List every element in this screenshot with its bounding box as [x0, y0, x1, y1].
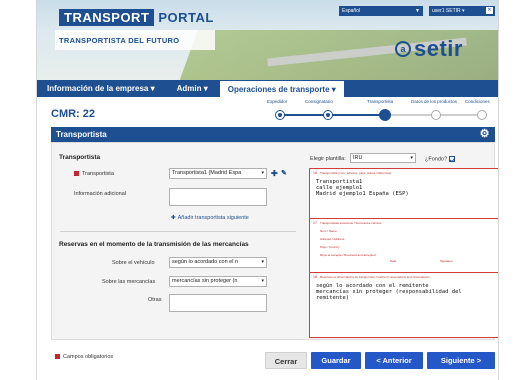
step-label-transportista: Transportista [367, 99, 394, 104]
nav-admin[interactable]: Admin ▾ [169, 80, 220, 97]
chevron-down-icon: ▾ [261, 259, 264, 265]
main-nav: Información de la empresa ▾ Admin ▾ Oper… [37, 80, 498, 97]
carrier-select[interactable]: Transportista1 (Madrid Espa ▾ [169, 168, 267, 179]
carrier-value: Transportista1 (Madrid Espa [172, 170, 242, 176]
box17-number: 17 [313, 221, 317, 225]
setir-mark: a [395, 41, 411, 57]
template-label: Elegir plantilla: [310, 156, 346, 162]
box18-number: 18 [313, 275, 317, 279]
background-label: ¿Fondo? [425, 156, 448, 163]
section-title: Transportista [56, 130, 107, 139]
required-fields-note: Campos obligatorios [55, 354, 113, 360]
box16-carrier: 16 Transportista (nom, adresse, pays, au… [310, 169, 498, 219]
gear-icon[interactable]: ⚙ [478, 128, 491, 141]
additional-info-field[interactable] [169, 188, 267, 206]
required-icon [55, 354, 60, 360]
section-header: Transportista ⚙ [51, 127, 495, 142]
chevron-down-icon: ▾ [261, 170, 264, 176]
add-carrier-icon[interactable]: ✚ [271, 170, 278, 178]
setir-name: setir [414, 36, 463, 61]
chevron-down-icon: ▼ [415, 8, 420, 14]
form-divider [60, 231, 296, 232]
step-condiciones[interactable] [477, 110, 487, 120]
template-select[interactable]: IRU ▾ [350, 153, 416, 163]
box17-line: Date [390, 259, 397, 263]
language-value: Español [342, 8, 361, 14]
reserves-heading: Reservas en el momento de la transmisión… [59, 241, 249, 248]
box16-number: 16 [313, 171, 317, 175]
box17-line: Reçu et accepté / Received and accepted [320, 253, 376, 257]
step-label-datos: Datos de los productos [411, 99, 458, 104]
carrier-label: Transportista [74, 171, 114, 177]
additional-info-label: Información adicional [74, 191, 126, 197]
previous-button[interactable]: < Anterior [365, 352, 423, 369]
step-label-consignatario: Consignatario [305, 99, 333, 104]
goods-reserve-value: mercancías sin proteger (n [172, 278, 238, 284]
box17-line: Nom / Name [320, 229, 337, 233]
chevron-down-icon: ▾ [410, 155, 413, 161]
next-button[interactable]: Siguiente > [427, 352, 495, 369]
template-value: IRU [353, 155, 363, 161]
background-toggle[interactable]: ¿Fondo? [425, 156, 456, 163]
checkbox-icon[interactable] [449, 156, 456, 162]
box18-reservations: 18 Réserves et observations du transport… [310, 273, 498, 339]
close-button[interactable]: Cerrar [265, 352, 307, 369]
save-button[interactable]: Guardar [311, 352, 361, 369]
others-label: Otras [148, 297, 162, 303]
box17-line: Adresse / Address [320, 237, 345, 241]
box17-successive: 17 Transportistas sucesivos / Successive… [310, 219, 498, 273]
goods-label: Sobre las mercancías [102, 279, 156, 285]
step-consignatario[interactable] [323, 110, 333, 120]
step-expedidor[interactable] [275, 110, 285, 120]
nav-transport-operations[interactable]: Operaciones de transporte ▾ [219, 81, 344, 97]
app-frame: TRANSPORT PORTAL TRANSPORTISTA DEL FUTUR… [36, 0, 499, 380]
required-icon [74, 171, 79, 177]
header-banner: TRANSPORT PORTAL TRANSPORTISTA DEL FUTUR… [37, 0, 498, 80]
box17-caption: Transportistas sucesivos / Successive ca… [320, 221, 382, 225]
logout-icon[interactable]: ✕ [486, 7, 493, 14]
chevron-down-icon: ▾ [261, 278, 264, 284]
box18-text: según lo acordado con el remitente merca… [316, 283, 462, 301]
cmr-preview: 16 Transportista (nom, adresse, pays, au… [309, 168, 498, 339]
language-select[interactable]: Español ▼ [339, 6, 423, 16]
portal-subtitle: TRANSPORTISTA DEL FUTURO [55, 30, 215, 50]
portal-logo[interactable]: TRANSPORT PORTAL [59, 8, 214, 26]
vehicle-reserve-value: según lo acordado con el n [172, 259, 239, 265]
setir-logo: a setir [395, 36, 463, 62]
step-label-condiciones: Condiciones [465, 99, 490, 104]
box18-caption: Réserves et observations du transporteur… [320, 275, 430, 279]
user-menu[interactable]: user1 SETIR ▾ ✕ [429, 6, 495, 16]
edit-pencil-icon[interactable]: ✎ [281, 170, 287, 178]
step-datos[interactable] [431, 110, 441, 120]
add-next-carrier-link[interactable]: ✚ Añadir transportista siguiente [171, 215, 249, 221]
step-transportista[interactable] [379, 109, 391, 121]
logo-portal: PORTAL [158, 9, 214, 25]
logo-transport: TRANSPORT [59, 8, 155, 26]
others-field[interactable] [169, 294, 267, 312]
vehicle-label: Sobre el vehículo [112, 260, 155, 266]
plus-icon: ✚ [171, 215, 176, 221]
step-label-expedidor: Expedidor [267, 99, 288, 104]
wizard-stepper: Expedidor Consignatario Transportista Da… [261, 99, 497, 121]
box17-line: Signature [440, 259, 453, 263]
box16-caption: Transportista (nom, adresse, pays, autre… [320, 171, 392, 175]
user-name: user1 SETIR ▾ [432, 8, 465, 14]
nav-company-info[interactable]: Información de la empresa ▾ [37, 80, 169, 97]
page-title: CMR: 22 [51, 108, 96, 120]
vehicle-reserve-select[interactable]: según lo acordado con el n ▾ [169, 257, 267, 268]
goods-reserve-select[interactable]: mercancías sin proteger (n ▾ [169, 276, 267, 287]
carrier-heading: Transportista [59, 154, 101, 161]
box17-line: Pays / Country [320, 245, 340, 249]
box16-text: Transportista1 calle ejemplo1 Madrid eje… [316, 179, 409, 197]
